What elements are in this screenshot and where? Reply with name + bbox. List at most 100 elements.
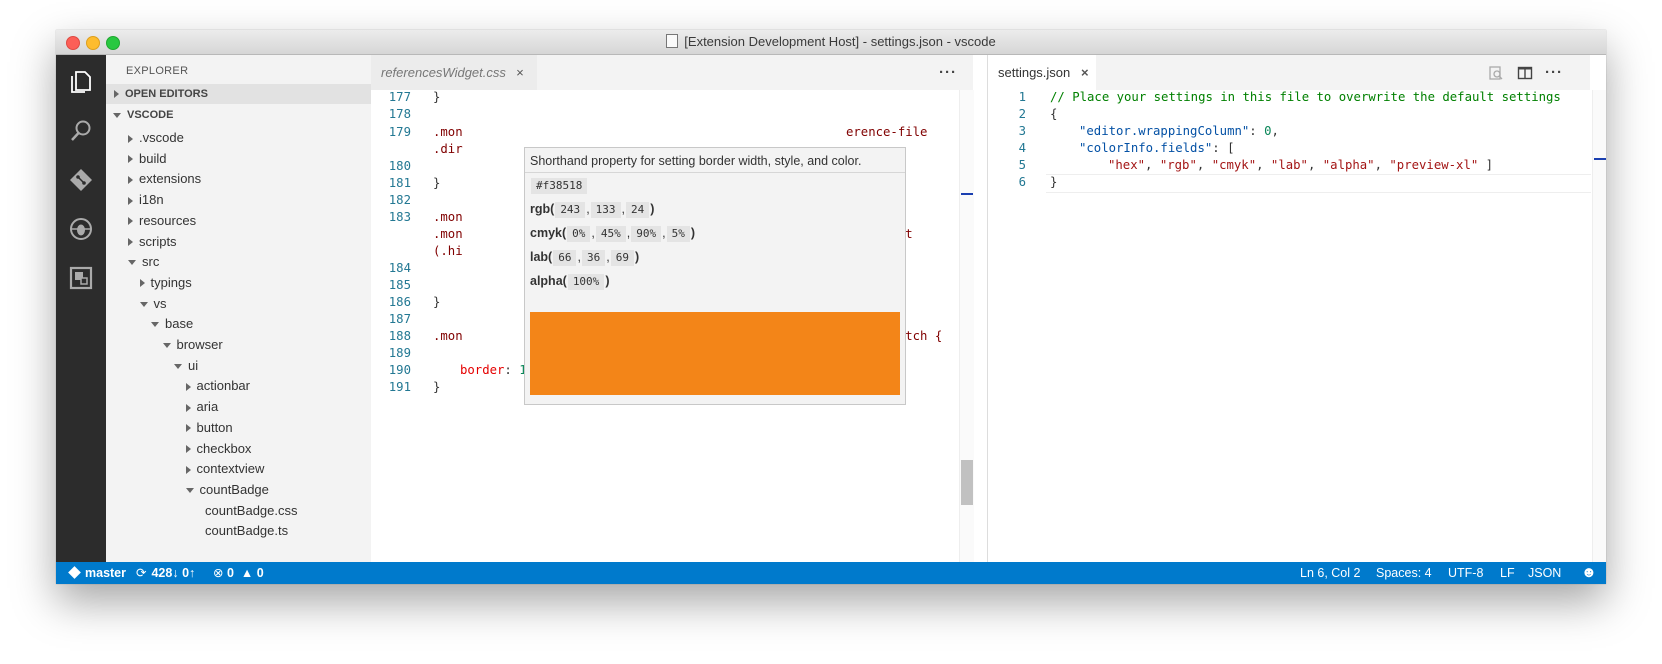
cmyk-y: 90% [631, 226, 662, 242]
tree-item-label: actionbar [196, 378, 250, 394]
tree-item-label: src [142, 254, 160, 270]
line-ending[interactable]: LF [1500, 562, 1515, 584]
close-icon[interactable]: × [516, 55, 524, 90]
tree-item[interactable]: countBadge [185, 479, 269, 501]
scrollbar-right[interactable] [1592, 90, 1606, 562]
chevron-right-icon [128, 238, 133, 247]
tree-item[interactable]: countBadge.ts [205, 520, 288, 542]
branch-item[interactable]: master [68, 562, 126, 584]
explorer-sidebar: EXPLORER OPEN EDITORS VSCODE .vscode buil… [106, 55, 371, 562]
files-icon[interactable] [68, 69, 94, 95]
feedback-smiley-icon[interactable]: ☻ [1581, 562, 1597, 584]
open-preview-icon[interactable] [1488, 65, 1504, 81]
json-array-item: "alpha" [1322, 158, 1375, 172]
indentation[interactable]: Spaces: 4 [1376, 562, 1432, 584]
tree-item[interactable]: scripts [128, 231, 177, 253]
json-array-item: "cmyk" [1211, 158, 1257, 172]
tab-settings-json[interactable]: settings.json × [988, 55, 1096, 90]
code-line: } [433, 295, 441, 309]
tree-item[interactable]: ui [174, 355, 198, 377]
line-number: 4 [1018, 141, 1026, 155]
code-line: } [433, 176, 441, 190]
source-control-icon[interactable] [68, 167, 94, 193]
json-array-item: "lab" [1270, 158, 1308, 172]
branch-name: master [85, 566, 126, 580]
language-mode[interactable]: JSON [1528, 562, 1561, 584]
tree-item[interactable]: build [128, 148, 166, 170]
tab-referenceswidget-css[interactable]: referencesWidget.css × [371, 55, 537, 90]
color-hover-widget: Shorthand property for setting border wi… [524, 147, 906, 405]
tree-item-label: resources [139, 212, 197, 228]
scrollbar-left[interactable] [959, 90, 974, 562]
tree-item[interactable]: actionbar [185, 375, 250, 397]
tree-item-label: browser [176, 337, 223, 352]
color-preview-swatch [530, 312, 900, 395]
close-icon[interactable]: × [1081, 55, 1089, 90]
tree-item[interactable]: checkbox [185, 438, 251, 460]
json-key: "colorInfo.fields" [1079, 141, 1213, 155]
code-line-tail: erence-file [846, 125, 928, 139]
line-number: 186 [388, 295, 411, 309]
rgb-label: rgb( [530, 202, 555, 216]
chevron-right-icon [128, 155, 133, 164]
code-line: .dir [433, 142, 463, 156]
status-bar: master ⟳ 428↓ 0↑ ⊗ 0 ▲ 0 Ln 6, Col 2 Spac… [56, 562, 1606, 584]
chevron-down-icon [128, 260, 136, 266]
line-number: 185 [388, 278, 411, 292]
sync-item[interactable]: ⟳ 428↓ 0↑ [136, 562, 195, 584]
debug-icon[interactable] [68, 216, 94, 242]
hover-rgb-row: rgb(243, 133, 24) [530, 202, 655, 218]
cmyk-label: cmyk( [530, 226, 567, 240]
minimize-window-button[interactable] [86, 36, 100, 50]
tree-item-label: build [139, 150, 167, 166]
section-open-editors[interactable]: OPEN EDITORS [106, 84, 371, 104]
rgb-g: 133 [590, 202, 621, 218]
tree-item[interactable]: typings [139, 272, 192, 294]
git-branch-icon [68, 566, 81, 579]
tree-item[interactable]: src [128, 251, 159, 273]
tree-item[interactable]: browser [162, 334, 223, 356]
tree-item[interactable]: countBadge.css [205, 500, 298, 522]
tree-item-label: ui [188, 357, 199, 373]
more-actions-icon[interactable]: ··· [1545, 55, 1563, 90]
json-key: "editor.wrappingColumn" [1079, 124, 1250, 138]
tree-item[interactable]: vs [139, 293, 167, 315]
tree-item[interactable]: button [185, 417, 233, 439]
chevron-right-icon [185, 403, 191, 412]
alpha-value: 100% [567, 274, 605, 290]
close-window-button[interactable] [66, 36, 80, 50]
section-label: VSCODE [127, 109, 174, 121]
tab-label: referencesWidget.css [381, 65, 506, 80]
tree-item[interactable]: .vscode [128, 127, 184, 149]
split-editor-icon[interactable] [1517, 65, 1533, 81]
sync-icon: ⟳ [136, 566, 147, 580]
line-number: 2 [1018, 107, 1026, 121]
tab-bar-left: referencesWidget.css × ··· [371, 55, 973, 90]
chevron-down-icon [139, 301, 148, 307]
scrollbar-thumb[interactable] [961, 460, 973, 505]
tree-item[interactable]: i18n [128, 189, 164, 211]
zoom-window-button[interactable] [106, 36, 120, 50]
tree-item[interactable]: resources [128, 210, 196, 232]
tree-item[interactable]: extensions [128, 168, 201, 190]
cursor-position[interactable]: Ln 6, Col 2 [1300, 562, 1360, 584]
hover-divider [525, 172, 905, 173]
section-vscode[interactable]: VSCODE [106, 105, 371, 125]
code-line: "colorInfo.fields": [ [1079, 141, 1235, 155]
more-actions-icon[interactable]: ··· [939, 55, 957, 90]
tree-item[interactable]: aria [185, 396, 218, 418]
encoding[interactable]: UTF-8 [1448, 562, 1483, 584]
chevron-right-icon [185, 424, 191, 433]
problems-item[interactable]: ⊗ 0 ▲ 0 [213, 562, 264, 584]
tree-item-label: base [165, 316, 194, 332]
extensions-icon[interactable] [68, 265, 94, 291]
tree-item-label: contextview [196, 461, 265, 477]
line-number: 6 [1018, 175, 1026, 189]
tree-item-label: i18n [139, 192, 164, 208]
overview-ruler-mark [1594, 158, 1606, 160]
search-icon[interactable] [68, 118, 94, 144]
tree-item[interactable]: base [151, 313, 193, 335]
chevron-down-icon [162, 343, 171, 349]
chevron-right-icon [139, 279, 145, 288]
tree-item[interactable]: contextview [185, 458, 265, 480]
